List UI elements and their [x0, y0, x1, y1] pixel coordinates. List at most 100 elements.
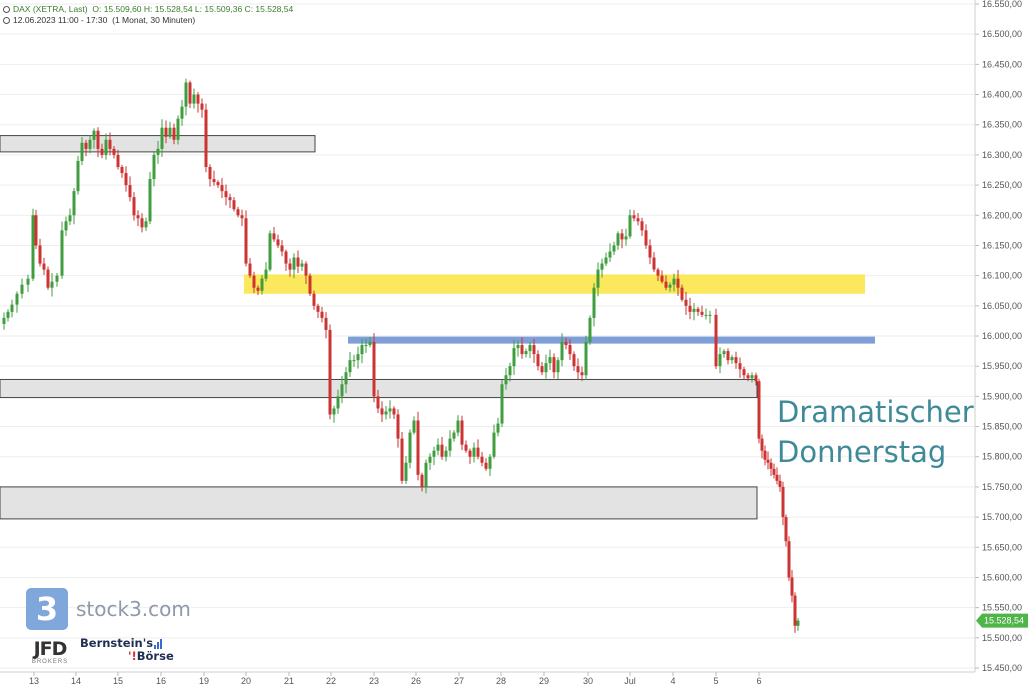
candle-up[interactable]: [2, 317, 6, 324]
candle-up[interactable]: [556, 360, 560, 373]
candle-up[interactable]: [76, 160, 80, 192]
candle-down[interactable]: [236, 209, 240, 216]
candle-up[interactable]: [388, 408, 392, 412]
candle-up[interactable]: [750, 375, 754, 379]
candle-up[interactable]: [592, 287, 596, 318]
candle-down[interactable]: [688, 305, 692, 312]
candle-down[interactable]: [632, 215, 636, 219]
candle-up[interactable]: [448, 438, 452, 451]
candle-down[interactable]: [196, 94, 200, 104]
candle-up[interactable]: [612, 245, 616, 252]
candle-up[interactable]: [432, 450, 436, 457]
candle-down[interactable]: [564, 342, 568, 346]
candle-up[interactable]: [6, 311, 10, 318]
candle-down[interactable]: [790, 577, 794, 596]
candle-up[interactable]: [608, 251, 612, 258]
candle-down[interactable]: [312, 293, 316, 306]
candle-down[interactable]: [680, 287, 684, 300]
candle-down[interactable]: [726, 351, 730, 361]
candle-up[interactable]: [524, 351, 528, 355]
candle-up[interactable]: [356, 354, 360, 361]
candle-down[interactable]: [532, 345, 536, 355]
candle-down[interactable]: [620, 233, 624, 240]
candle-down[interactable]: [372, 342, 376, 397]
candle-up[interactable]: [15, 293, 19, 305]
candle-up[interactable]: [512, 348, 516, 367]
candle-down[interactable]: [252, 275, 256, 288]
candle-down[interactable]: [376, 396, 380, 409]
candle-up[interactable]: [260, 278, 264, 291]
candle-up[interactable]: [444, 450, 448, 457]
candle-down[interactable]: [280, 245, 284, 252]
candle-down[interactable]: [660, 275, 664, 282]
candle-up[interactable]: [496, 423, 500, 433]
candle-down[interactable]: [42, 263, 46, 270]
candle-down[interactable]: [684, 299, 688, 306]
candle-down[interactable]: [304, 263, 308, 276]
candle-down[interactable]: [664, 281, 668, 288]
candle-up[interactable]: [332, 408, 336, 415]
candle-down[interactable]: [46, 269, 50, 288]
candle-up[interactable]: [184, 82, 188, 107]
candle-up[interactable]: [488, 456, 492, 469]
candle-up[interactable]: [624, 236, 628, 240]
candle-up[interactable]: [92, 130, 96, 140]
candle-up[interactable]: [20, 284, 24, 294]
candle-up[interactable]: [704, 314, 708, 316]
candle-up[interactable]: [176, 118, 180, 140]
candle-up[interactable]: [144, 221, 148, 228]
candle-down[interactable]: [164, 127, 168, 137]
candle-down[interactable]: [96, 130, 100, 149]
candle-down[interactable]: [248, 263, 252, 276]
candle-down[interactable]: [132, 197, 136, 216]
candle-down[interactable]: [392, 408, 396, 415]
candle-up[interactable]: [31, 215, 35, 279]
candle-down[interactable]: [520, 345, 524, 355]
candle-down[interactable]: [700, 311, 704, 315]
candle-down[interactable]: [760, 438, 764, 451]
candle-up[interactable]: [26, 278, 30, 285]
candle-down[interactable]: [793, 595, 797, 626]
candle-down[interactable]: [648, 245, 652, 258]
price-chart[interactable]: 15.450,00 15.500,00 15.550,00 15.600,00 15.6…: [0, 0, 1030, 688]
candle-down[interactable]: [188, 82, 192, 104]
candle-up[interactable]: [584, 342, 588, 376]
candle-up[interactable]: [588, 317, 592, 343]
candle-down[interactable]: [380, 408, 384, 415]
candle-up[interactable]: [508, 366, 512, 376]
candle-down[interactable]: [440, 444, 444, 457]
candle-down[interactable]: [288, 263, 292, 270]
candle-down[interactable]: [284, 251, 288, 264]
candle-up[interactable]: [548, 357, 552, 364]
candle-up[interactable]: [160, 127, 164, 149]
candle-down[interactable]: [576, 366, 580, 373]
candle-down[interactable]: [568, 345, 572, 355]
candle-down[interactable]: [738, 363, 742, 370]
candle-down[interactable]: [112, 148, 116, 155]
candle-down[interactable]: [324, 317, 328, 330]
candle-up[interactable]: [718, 354, 722, 367]
candle-up[interactable]: [72, 191, 76, 216]
candle-down[interactable]: [240, 215, 244, 219]
candle-down[interactable]: [320, 311, 324, 318]
candle-up[interactable]: [50, 281, 54, 288]
candle-up[interactable]: [264, 269, 268, 279]
candle-up[interactable]: [408, 432, 412, 463]
candle-up[interactable]: [404, 462, 408, 481]
candle-up[interactable]: [412, 420, 416, 433]
candle-up[interactable]: [504, 375, 508, 385]
candle-up[interactable]: [600, 263, 604, 270]
candle-down[interactable]: [757, 381, 761, 439]
candle-up[interactable]: [708, 314, 712, 316]
candle-up[interactable]: [368, 342, 372, 346]
candle-up[interactable]: [730, 357, 734, 361]
candle-down[interactable]: [396, 414, 400, 439]
candle-up[interactable]: [88, 139, 92, 149]
candle-down[interactable]: [696, 308, 700, 312]
candle-up[interactable]: [384, 411, 388, 415]
candle-up[interactable]: [516, 345, 520, 349]
candle-up[interactable]: [560, 342, 564, 361]
candle-down[interactable]: [100, 148, 104, 155]
candle-up[interactable]: [344, 372, 348, 385]
candle-down[interactable]: [580, 372, 584, 376]
